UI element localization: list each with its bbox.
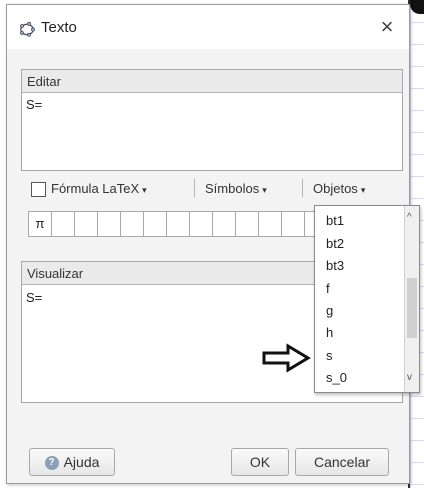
ok-label: OK (249, 454, 271, 470)
edit-panel: Editar S= (21, 69, 403, 171)
edit-text: S= (26, 97, 43, 112)
title-bar: Texto × (7, 5, 409, 49)
close-icon: × (380, 14, 394, 39)
dropdown-item-h[interactable]: h (326, 325, 333, 340)
objects-dropdown: bt1 bt2 bt3 f g h s s_0 ^ v (314, 205, 420, 393)
dropdown-item-g[interactable]: g (326, 303, 333, 318)
symbol-cell[interactable] (75, 212, 98, 236)
symbol-row: π (28, 211, 316, 237)
dialog-title: Texto (41, 19, 77, 36)
preview-text: S= (26, 290, 43, 305)
symbol-cell[interactable] (98, 212, 121, 236)
dropdown-item-f[interactable]: f (326, 281, 330, 296)
objects-label: Objetos (313, 181, 358, 196)
arrow-pointer-icon (262, 343, 311, 373)
close-button[interactable]: × (375, 15, 399, 39)
toolbar-divider (302, 179, 303, 197)
symbol-cell[interactable] (236, 212, 259, 236)
scroll-up-icon[interactable]: ^ (407, 212, 412, 223)
dropdown-item-s[interactable]: s (326, 348, 333, 363)
edit-textarea[interactable]: S= (22, 93, 402, 170)
toolbar-divider (194, 179, 195, 197)
dropdown-item-bt1[interactable]: bt1 (326, 213, 344, 228)
chevron-down-icon: ▾ (142, 185, 147, 195)
latex-checkbox[interactable] (31, 182, 46, 197)
help-icon: ? (44, 456, 59, 471)
chevron-down-icon: ▾ (360, 185, 366, 195)
symbol-cell[interactable] (213, 212, 236, 236)
symbol-cell[interactable] (121, 212, 144, 236)
edit-label: Editar (27, 74, 61, 89)
symbol-cell[interactable] (282, 212, 305, 236)
ok-button[interactable]: OK (231, 448, 289, 476)
edit-panel-header: Editar (22, 70, 402, 93)
scroll-down-icon[interactable]: v (407, 372, 412, 383)
cancel-button[interactable]: Cancelar (295, 448, 389, 476)
symbol-cell[interactable] (190, 212, 213, 236)
cancel-label: Cancelar (313, 454, 371, 470)
chevron-down-icon: ▾ (262, 185, 267, 195)
dropdown-scrollbar[interactable]: ^ v (404, 206, 419, 392)
preview-label: Visualizar (27, 266, 84, 281)
symbols-menu[interactable]: Símbolos ▾ (205, 181, 267, 196)
dropdown-item-bt2[interactable]: bt2 (326, 236, 344, 251)
help-button[interactable]: ? Ajuda (29, 448, 115, 476)
geogebra-icon (20, 21, 35, 37)
latex-menu[interactable]: Fórmula LaTeX ▾ (51, 181, 147, 196)
dropdown-item-bt3[interactable]: bt3 (326, 258, 344, 273)
symbol-cell-pi[interactable]: π (29, 212, 52, 236)
latex-label: Fórmula LaTeX (51, 181, 140, 196)
symbol-cell[interactable] (167, 212, 190, 236)
objects-menu[interactable]: Objetos ▾ (313, 181, 365, 196)
help-label: Ajuda (63, 454, 100, 470)
scrollbar-thumb[interactable] (407, 278, 417, 338)
dropdown-item-s-0[interactable]: s_0 (326, 370, 347, 385)
pi-symbol: π (35, 216, 45, 231)
symbol-cell[interactable] (259, 212, 282, 236)
symbols-label: Símbolos (205, 181, 260, 196)
symbol-cell[interactable] (52, 212, 75, 236)
symbol-cell[interactable] (144, 212, 167, 236)
format-toolbar: Fórmula LaTeX ▾ Símbolos ▾ Objetos ▾ (21, 177, 399, 199)
